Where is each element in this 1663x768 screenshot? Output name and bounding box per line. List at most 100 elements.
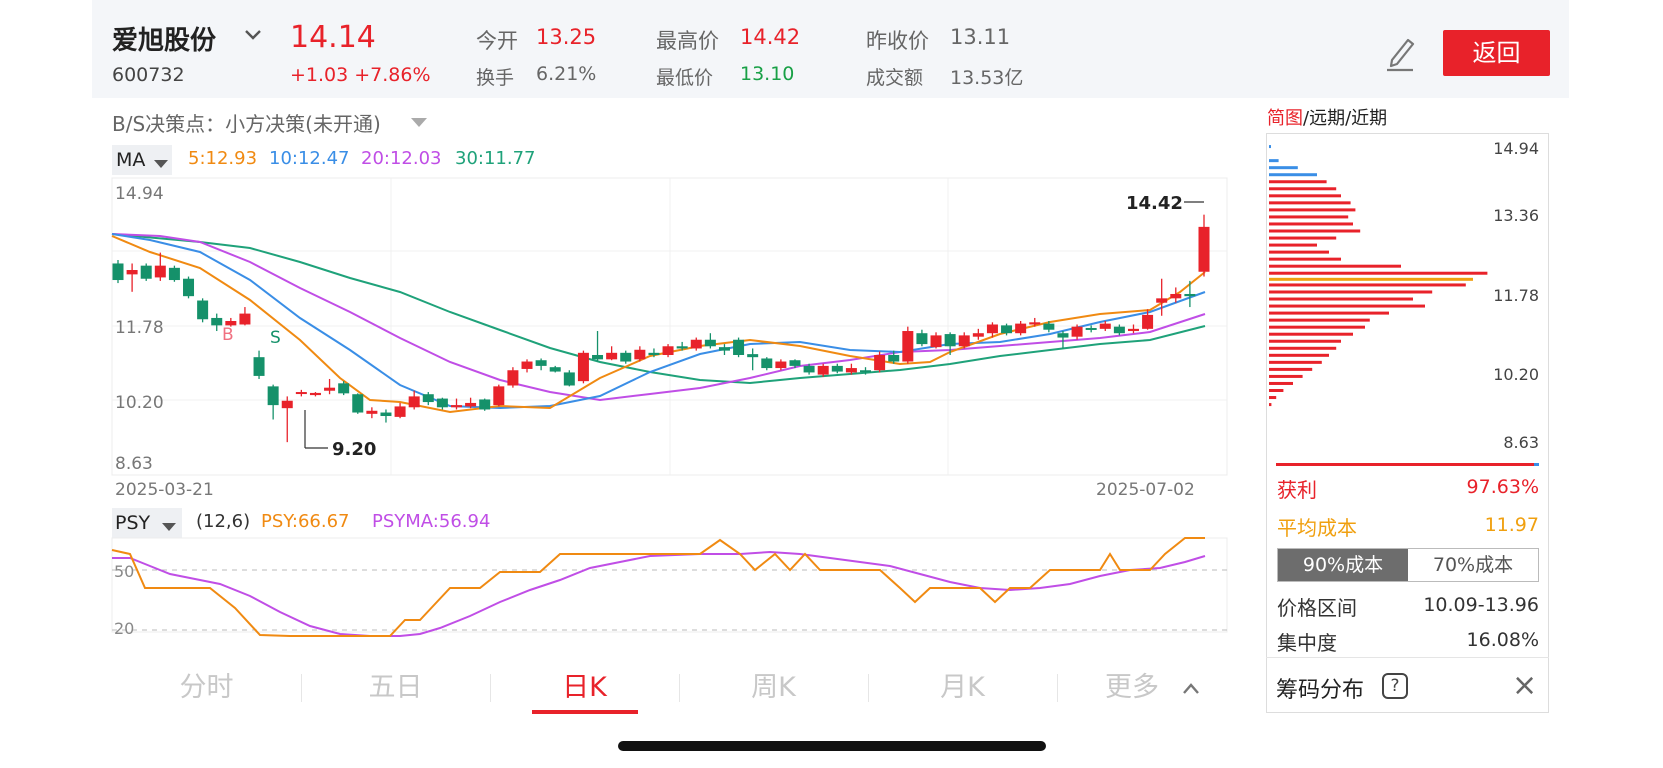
help-icon[interactable]: ? [1382,673,1408,699]
candle-body [902,331,914,362]
candle-body [930,335,942,348]
tab-daily-k[interactable]: 日K [490,665,679,711]
chip-bar [1269,332,1353,336]
tab-intraday[interactable]: 分时 [112,665,301,711]
candle-body [211,317,223,326]
x-tick-start: 2025-03-21 [115,480,214,500]
candle-body [253,357,265,376]
candle-body [281,400,293,409]
chip-tick-14.94: 14.94 [1493,139,1539,158]
candle-body [154,265,166,278]
candle-body [1113,326,1125,334]
chip-bar [1269,222,1353,226]
chip-bar [1269,166,1298,170]
candle-body [972,333,984,337]
y-tick-10.20: 10.20 [115,393,164,413]
y-tick-8.63: 8.63 [115,454,153,474]
chip-bar [1269,215,1349,219]
candle-body [338,383,350,394]
candle-body [112,263,124,281]
concentration-value: 16.08% [1466,629,1539,651]
candle-body [465,402,477,407]
chip-bar [1269,396,1277,400]
tab-weekly-k[interactable]: 周K [679,665,868,711]
seg-70-cost[interactable]: 70%成本 [1408,549,1538,581]
candle-body [690,339,702,349]
candle-body [507,370,519,386]
candle-body [563,372,575,386]
y-tick-11.78: 11.78 [115,318,164,338]
candle-body [450,405,462,408]
candle-body [1043,323,1055,330]
candle-body [1099,323,1111,329]
chip-bar [1269,374,1303,378]
candle-body [1029,322,1041,325]
min-price-label: 9.20 [332,439,376,460]
candle-body [775,361,787,369]
candle-body [324,387,336,391]
chip-bar [1269,180,1327,184]
chip-bar [1269,339,1341,343]
chip-bar [1269,257,1341,261]
seg-90-cost[interactable]: 90%成本 [1278,549,1408,581]
psyma-value: PSYMA:56.94 [372,511,491,532]
chip-bar [1269,403,1272,407]
candle-body [888,354,900,362]
candle-body [789,360,801,366]
candle-body [860,370,872,373]
chip-bar [1269,229,1361,233]
chip-bar [1269,290,1433,294]
home-indicator [618,741,1046,751]
chevron-up-icon[interactable] [1182,680,1200,694]
candle-body [676,346,688,349]
ma5-line [111,235,1206,414]
candle-body [803,365,815,373]
candle-body [1001,325,1013,334]
range-label: 价格区间 [1277,596,1357,620]
x-tick-end: 2025-07-02 [1096,480,1195,500]
tab-simple[interactable]: 简图 [1267,108,1303,129]
candle-body [183,278,195,297]
candle-body [747,354,759,358]
candle-body [874,354,886,371]
candle-body [648,352,660,355]
psy-ref-20-label: 20 [114,619,134,638]
candle-body [140,265,152,279]
avg-cost-label: 平均成本 [1277,516,1357,540]
candle-body [394,406,406,417]
chip-bar [1269,173,1317,177]
chip-tick-10.20: 10.20 [1493,365,1539,384]
candle-body [1127,328,1139,332]
candle-body [704,339,716,347]
chip-bars [1269,145,1488,407]
psy-chart[interactable]: 50 20 [0,530,1240,640]
candle-body [408,396,420,408]
tab-far-near[interactable]: /远期/近期 [1303,108,1387,129]
chip-bar [1269,208,1356,212]
panel-tabs[interactable]: 简图/远期/近期 [1267,104,1387,130]
back-button[interactable]: 返回 [1443,30,1550,76]
candle-body [549,367,561,372]
psyma-line [112,550,1206,637]
candle-body [493,386,505,406]
chip-bar [1269,271,1488,275]
candle-body [309,392,321,396]
candle-body [718,347,730,351]
candle-body [1184,293,1196,297]
candle-body [662,346,674,355]
chip-bar [1269,353,1329,357]
chip-bar [1269,277,1473,281]
avg-cost-value: 11.97 [1484,514,1539,536]
chip-bar [1269,367,1313,371]
psy-params: (12,6) [196,511,251,532]
candle-body [267,386,279,406]
tab-monthly-k[interactable]: 月K [868,665,1057,711]
tab-five-day[interactable]: 五日 [301,665,490,711]
y-tick-14.94: 14.94 [115,184,164,204]
candle-body [1071,326,1083,337]
candle-body [606,352,618,360]
close-icon[interactable]: × [1512,668,1537,703]
candle-body [1198,226,1210,272]
edit-icon[interactable] [1383,32,1417,72]
candle-body [958,335,970,347]
